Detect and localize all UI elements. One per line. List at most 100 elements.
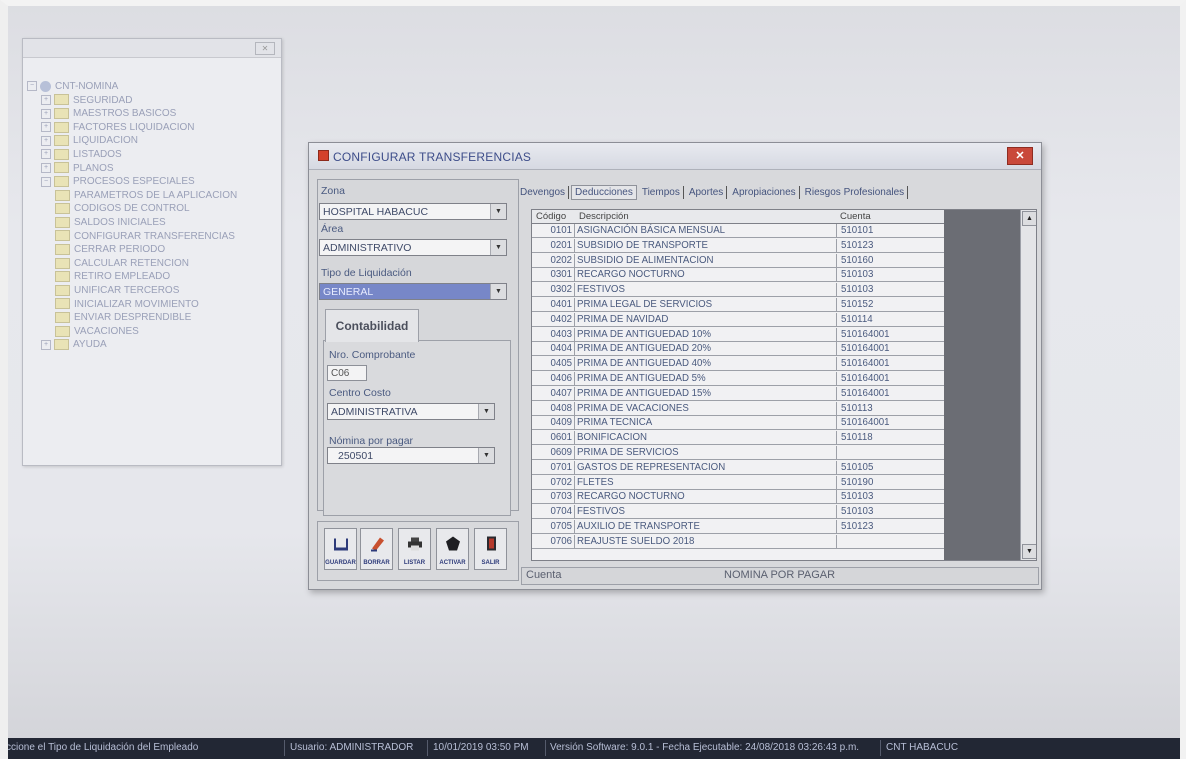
- table-row[interactable]: 0301 RECARGO NOCTURNO 510103: [532, 268, 944, 283]
- chevron-down-icon[interactable]: ▼: [478, 448, 494, 463]
- row-account[interactable]: 510164001: [836, 416, 944, 430]
- scroll-up-icon[interactable]: ▲: [1022, 211, 1036, 226]
- row-account[interactable]: 510103: [836, 490, 944, 504]
- row-account[interactable]: 510164001: [836, 327, 944, 341]
- table-row[interactable]: 0409 PRIMA TECNICA 510164001: [532, 416, 944, 431]
- chevron-down-icon[interactable]: ▼: [490, 204, 506, 219]
- table-row[interactable]: 0201 SUBSIDIO DE TRANSPORTE 510123: [532, 238, 944, 253]
- table-row[interactable]: 0704 FESTIVOS 510103: [532, 505, 944, 520]
- row-account[interactable]: 510123: [836, 520, 944, 534]
- tab-contabilidad[interactable]: Contabilidad: [325, 309, 419, 342]
- table-row[interactable]: 0406 PRIMA DE ANTIGUEDAD 5% 510164001: [532, 372, 944, 387]
- tab-deducciones[interactable]: Deducciones: [571, 185, 637, 200]
- table-row[interactable]: 0101 ASIGNACIÓN BÁSICA MENSUAL 510101: [532, 224, 944, 239]
- tree-item[interactable]: VACACIONES: [23, 325, 281, 339]
- table-row[interactable]: 0706 REAJUSTE SUELDO 2018: [532, 534, 944, 549]
- tab-apropiaciones[interactable]: Apropiaciones: [729, 186, 800, 199]
- tree-item[interactable]: + LISTADOS: [23, 148, 281, 162]
- row-account[interactable]: 510113: [836, 401, 944, 415]
- chevron-down-icon[interactable]: ▼: [490, 284, 506, 299]
- tree-item[interactable]: CODIGOS DE CONTROL: [23, 202, 281, 216]
- row-account[interactable]: 510164001: [836, 372, 944, 386]
- nomina-pagar-select[interactable]: 250501 ▼: [327, 447, 495, 464]
- header-descripcion[interactable]: Descripción: [579, 211, 629, 222]
- area-select[interactable]: ADMINISTRATIVO ▼: [319, 239, 507, 256]
- tab-aportes[interactable]: Aportes: [686, 186, 728, 199]
- table-row[interactable]: 0609 PRIMA DE SERVICIOS: [532, 446, 944, 461]
- vertical-scrollbar[interactable]: ▲ ▼: [1020, 210, 1036, 560]
- table-row[interactable]: 0405 PRIMA DE ANTIGUEDAD 40% 510164001: [532, 357, 944, 372]
- expander-icon[interactable]: +: [41, 94, 51, 105]
- table-row[interactable]: 0408 PRIMA DE VACACIONES 510113: [532, 401, 944, 416]
- expander-icon[interactable]: −: [41, 176, 51, 187]
- tab-devengos[interactable]: Devengos: [517, 186, 570, 199]
- centro-costo-select[interactable]: ADMINISTRATIVA ▼: [327, 403, 495, 420]
- expander-icon[interactable]: +: [41, 149, 51, 160]
- row-account[interactable]: 510164001: [836, 357, 944, 371]
- expander-icon[interactable]: +: [41, 135, 51, 146]
- row-account[interactable]: 510164001: [836, 386, 944, 400]
- salir-button[interactable]: SALIR: [474, 528, 507, 570]
- listar-button[interactable]: LISTAR: [398, 528, 431, 570]
- tree-item[interactable]: + LIQUIDACION: [23, 134, 281, 148]
- row-account[interactable]: 510123: [836, 238, 944, 252]
- table-row[interactable]: 0601 BONIFICACION 510118: [532, 431, 944, 446]
- row-account[interactable]: 510105: [836, 460, 944, 474]
- borrar-button[interactable]: BORRAR: [360, 528, 393, 570]
- guardar-button[interactable]: GUARDAR: [324, 528, 357, 570]
- header-cuenta[interactable]: Cuenta: [840, 211, 871, 222]
- row-account[interactable]: [836, 446, 944, 460]
- table-row[interactable]: 0401 PRIMA LEGAL DE SERVICIOS 510152: [532, 298, 944, 313]
- row-account[interactable]: 510152: [836, 298, 944, 312]
- row-account[interactable]: 510118: [836, 431, 944, 445]
- table-row[interactable]: 0402 PRIMA DE NAVIDAD 510114: [532, 312, 944, 327]
- tree-item[interactable]: − CNT-NOMINA: [23, 80, 281, 94]
- tree-item[interactable]: INICIALIZAR MOVIMIENTO: [23, 298, 281, 312]
- chevron-down-icon[interactable]: ▼: [478, 404, 494, 419]
- tree-item[interactable]: RETIRO EMPLEADO: [23, 270, 281, 284]
- tree-item[interactable]: CERRAR PERIODO: [23, 243, 281, 257]
- tipo-liquidacion-select[interactable]: GENERAL ▼: [319, 283, 507, 300]
- expander-icon[interactable]: +: [41, 339, 51, 350]
- table-row[interactable]: 0705 AUXILIO DE TRANSPORTE 510123: [532, 520, 944, 535]
- table-row[interactable]: 0703 RECARGO NOCTURNO 510103: [532, 490, 944, 505]
- row-account[interactable]: 510164001: [836, 342, 944, 356]
- row-account[interactable]: 510103: [836, 268, 944, 282]
- zona-select[interactable]: HOSPITAL HABACUC ▼: [319, 203, 507, 220]
- row-account[interactable]: 510160: [836, 253, 944, 267]
- tree-item[interactable]: + MAESTROS BASICOS: [23, 107, 281, 121]
- table-row[interactable]: 0302 FESTIVOS 510103: [532, 283, 944, 298]
- tab-tiempos[interactable]: Tiempos: [639, 186, 684, 199]
- expander-icon[interactable]: +: [41, 108, 51, 119]
- close-icon[interactable]: ✕: [1007, 147, 1033, 165]
- scroll-down-icon[interactable]: ▼: [1022, 544, 1036, 559]
- table-row[interactable]: 0702 FLETES 510190: [532, 475, 944, 490]
- comprobante-field[interactable]: C06: [327, 365, 367, 381]
- expander-icon[interactable]: +: [41, 122, 51, 133]
- tree-item[interactable]: + FACTORES LIQUIDACION: [23, 121, 281, 135]
- tree-item[interactable]: CALCULAR RETENCION: [23, 257, 281, 271]
- tree-item[interactable]: UNIFICAR TERCEROS: [23, 284, 281, 298]
- tab-riesgos-profesionales[interactable]: Riesgos Profesionales: [802, 186, 909, 199]
- tree-item[interactable]: PARAMETROS DE LA APLICACION: [23, 189, 281, 203]
- tree-item[interactable]: ENVIAR DESPRENDIBLE: [23, 311, 281, 325]
- row-account[interactable]: 510101: [836, 224, 944, 238]
- tree-item[interactable]: SALDOS INICIALES: [23, 216, 281, 230]
- tree-item[interactable]: + SEGURIDAD: [23, 94, 281, 108]
- table-row[interactable]: 0407 PRIMA DE ANTIGUEDAD 15% 510164001: [532, 386, 944, 401]
- tree-item[interactable]: − PROCESOS ESPECIALES: [23, 175, 281, 189]
- chevron-down-icon[interactable]: ▼: [490, 240, 506, 255]
- tree-item[interactable]: CONFIGURAR TRANSFERENCIAS: [23, 230, 281, 244]
- row-account[interactable]: 510190: [836, 475, 944, 489]
- table-row[interactable]: 0404 PRIMA DE ANTIGUEDAD 20% 510164001: [532, 342, 944, 357]
- expander-icon[interactable]: −: [27, 81, 37, 92]
- row-account[interactable]: 510103: [836, 505, 944, 519]
- tree-close-icon[interactable]: ✕: [255, 42, 275, 55]
- table-row[interactable]: 0403 PRIMA DE ANTIGUEDAD 10% 510164001: [532, 327, 944, 342]
- table-row[interactable]: 0701 GASTOS DE REPRESENTACION 510105: [532, 460, 944, 475]
- row-account[interactable]: 510114: [836, 312, 944, 326]
- row-account[interactable]: 510103: [836, 283, 944, 297]
- tree-item[interactable]: + PLANOS: [23, 162, 281, 176]
- header-codigo[interactable]: Código: [536, 211, 566, 222]
- activar-button[interactable]: ACTIVAR: [436, 528, 469, 570]
